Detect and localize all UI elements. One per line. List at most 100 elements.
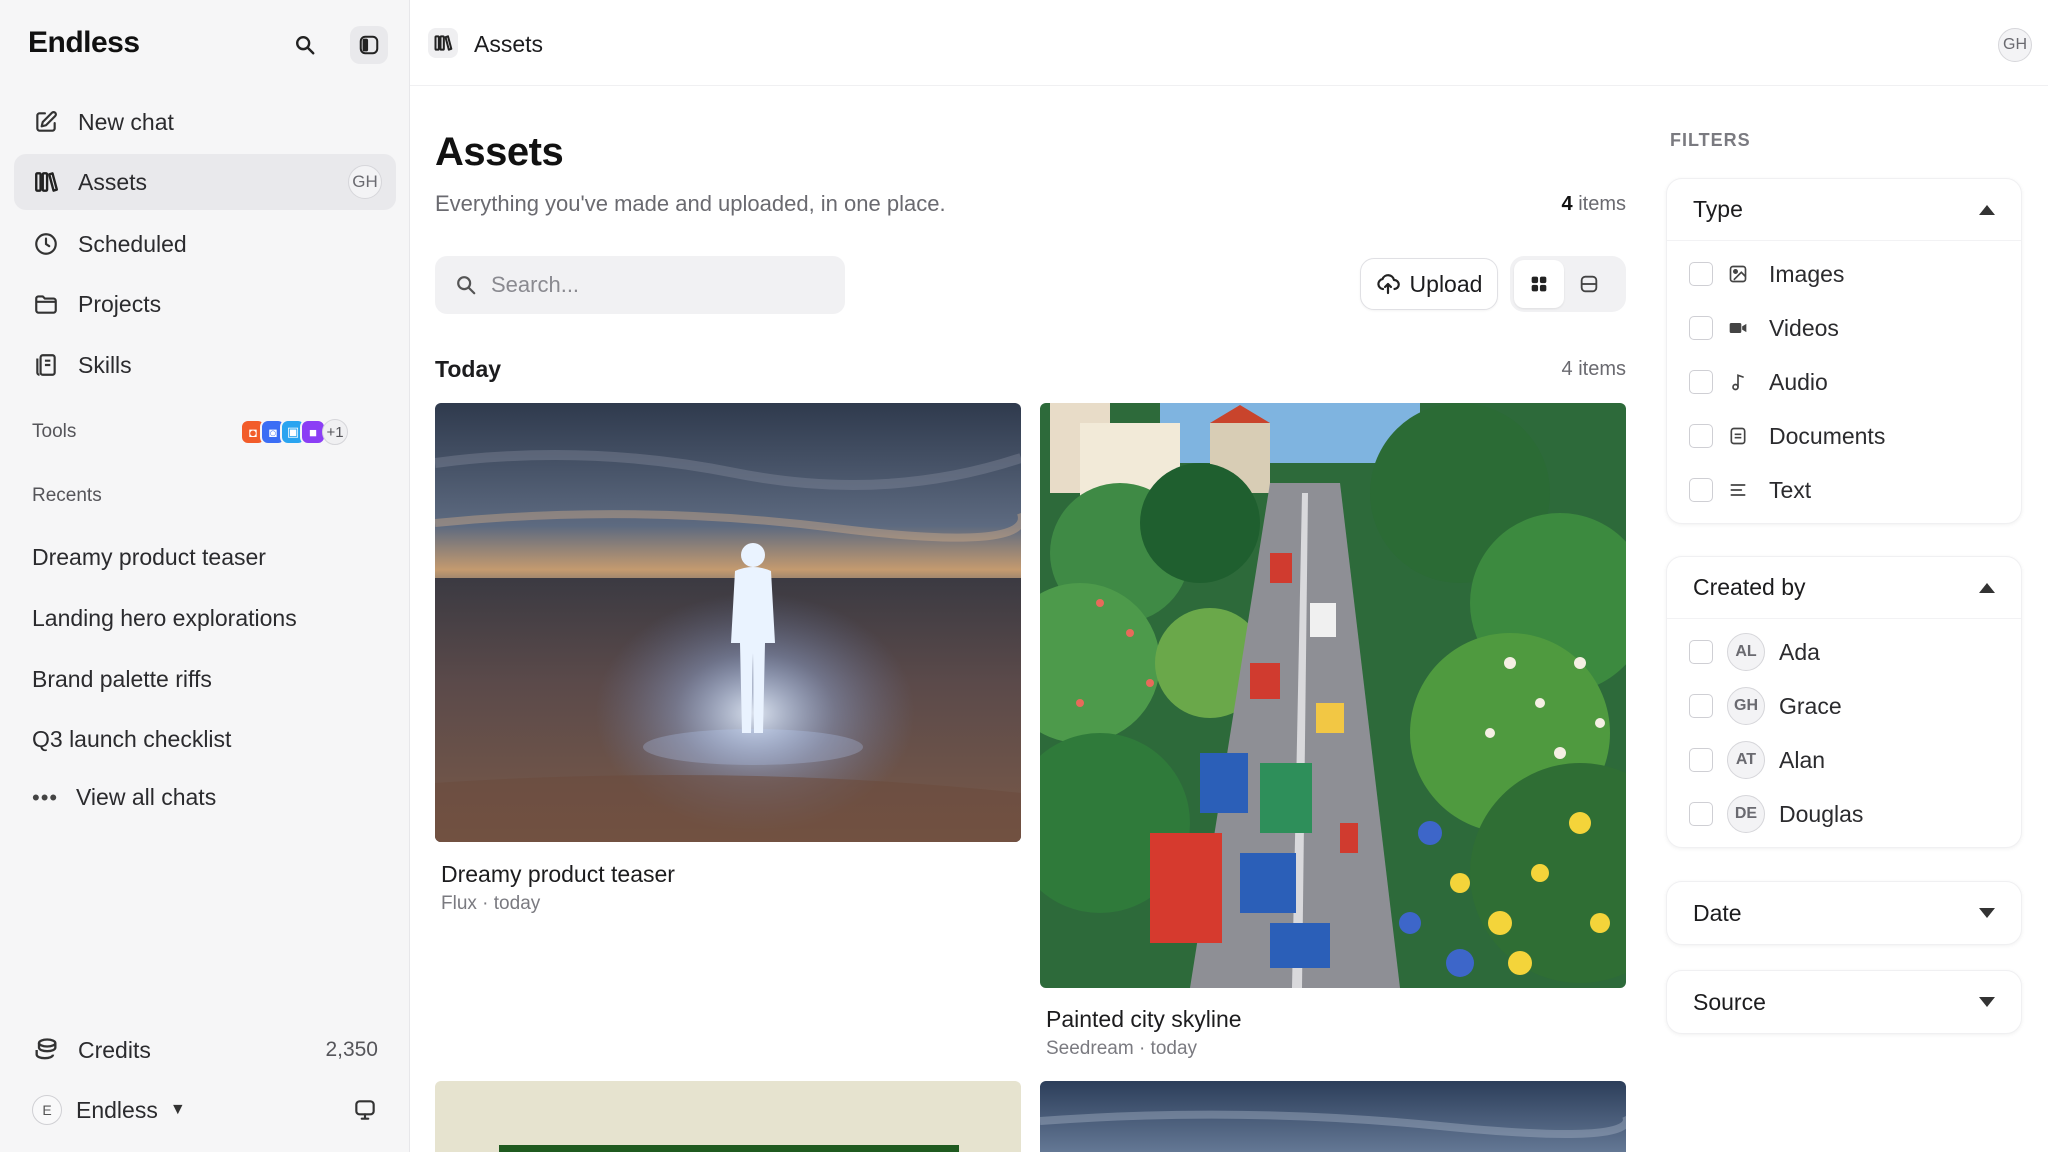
filter-person-grace[interactable]: GH Grace (1667, 679, 2021, 733)
caret-up-icon (1979, 204, 1995, 215)
tool-chips[interactable]: ◘ ◙ ▣ ■ +1 (240, 418, 348, 446)
sidebar: Endless New chat Assets GH Scheduled Pro… (0, 0, 410, 1152)
dusk-sky-image (1040, 1081, 1626, 1152)
asset-thumbnail[interactable] (435, 1081, 1021, 1152)
asset-thumbnail[interactable] (1040, 1081, 1626, 1152)
asset-card[interactable] (435, 1081, 1021, 1152)
upload-label: Upload (1409, 270, 1483, 297)
filter-date-panel: Date (1666, 881, 2022, 945)
workspace-name: Endless (76, 1096, 158, 1123)
list-view-button[interactable] (1564, 260, 1614, 308)
asset-card[interactable]: Dreamy product teaser Flux · today (435, 403, 1021, 923)
coins-icon (35, 1038, 57, 1060)
filter-option-documents[interactable]: Documents (1667, 409, 2021, 463)
filter-option-videos[interactable]: Videos (1667, 301, 2021, 355)
checkbox[interactable] (1689, 370, 1713, 394)
app-logo[interactable]: Endless (28, 26, 140, 60)
count-number: 4 (1561, 193, 1573, 215)
person-name: Alan (1779, 746, 1826, 773)
grid-view-button[interactable] (1514, 260, 1564, 308)
filter-type-header[interactable]: Type (1667, 179, 2021, 241)
sidebar-item-scheduled[interactable]: Scheduled (14, 216, 396, 272)
asset-meta: Flux · today (441, 893, 541, 914)
filter-type-title: Type (1693, 196, 1743, 222)
checkbox[interactable] (1689, 424, 1713, 448)
filter-option-images[interactable]: Images (1667, 247, 2021, 301)
filter-option-text[interactable]: Text (1667, 463, 2021, 517)
sidebar-item-assets[interactable]: Assets GH (14, 154, 396, 210)
text-lines-icon (1727, 479, 1749, 501)
user-avatar-badge: GH (348, 165, 382, 199)
count-suffix: items (1572, 193, 1626, 215)
asset-thumbnail[interactable] (435, 403, 1021, 842)
workspace-switcher[interactable]: E Endless ▼ (32, 1090, 378, 1130)
clock-icon (32, 230, 60, 258)
filter-option-label: Videos (1769, 314, 1839, 341)
filter-option-label: Documents (1769, 422, 1886, 449)
list-view-icon (1580, 275, 1598, 293)
filter-created-by-panel: Created by AL Ada GH Grace AT Alan DE Do… (1666, 556, 2022, 848)
filter-date-header[interactable]: Date (1667, 882, 2021, 944)
checkbox[interactable] (1689, 316, 1713, 340)
filter-created-by-header[interactable]: Created by (1667, 557, 2021, 619)
filter-option-label: Text (1769, 476, 1812, 503)
filter-option-label: Images (1769, 260, 1845, 287)
document-icon (1727, 425, 1749, 447)
recent-chat-item[interactable]: Brand palette riffs (32, 666, 212, 693)
more-dots-icon: ••• (32, 784, 59, 810)
sidebar-item-projects[interactable]: Projects (14, 276, 396, 332)
filter-date-title: Date (1693, 899, 1742, 926)
checkbox[interactable] (1689, 748, 1713, 772)
asset-card[interactable] (1040, 1081, 1626, 1152)
search-field[interactable] (435, 256, 845, 314)
person-avatar: AL (1727, 633, 1765, 671)
sidebar-item-skills[interactable]: Skills (14, 337, 396, 393)
sidebar-item-label: Skills (78, 351, 132, 378)
caret-up-icon (1979, 582, 1995, 593)
filter-source-title: Source (1693, 988, 1766, 1015)
video-icon (1727, 317, 1749, 339)
person-avatar: DE (1727, 795, 1765, 833)
search-button[interactable] (286, 26, 324, 64)
recent-chat-item[interactable]: Dreamy product teaser (32, 544, 266, 571)
credits-value: 2,350 (325, 1038, 378, 1061)
filter-source-header[interactable]: Source (1667, 971, 2021, 1033)
filters-heading: FILTERS (1670, 130, 1751, 150)
person-avatar: GH (1727, 687, 1765, 725)
sidebar-item-new-chat[interactable]: New chat (14, 94, 396, 150)
user-avatar[interactable]: GH (1998, 28, 2032, 62)
tools-label: Tools (32, 421, 77, 442)
filter-person-ada[interactable]: AL Ada (1667, 625, 2021, 679)
asset-thumbnail[interactable] (1040, 403, 1626, 988)
sidebar-toggle-button[interactable] (350, 26, 388, 64)
checkbox[interactable] (1689, 262, 1713, 286)
textured-green-image (435, 1081, 1021, 1152)
assets-icon (428, 28, 458, 58)
checkbox[interactable] (1689, 478, 1713, 502)
tools-more-count: +1 (322, 419, 348, 445)
filter-person-alan[interactable]: AT Alan (1667, 733, 2021, 787)
page-subtitle: Everything you've made and uploaded, in … (435, 191, 946, 216)
date-group-label: Today (435, 356, 502, 382)
recent-chat-item[interactable]: Q3 launch checklist (32, 726, 231, 753)
checkbox[interactable] (1689, 802, 1713, 826)
upload-button[interactable]: Upload (1360, 258, 1498, 310)
top-bar: Assets GH (410, 0, 2048, 86)
asset-card[interactable]: Painted city skyline Seedream · today (1040, 403, 1626, 1063)
caret-down-icon (1979, 997, 1995, 1007)
filter-person-douglas[interactable]: DE Douglas (1667, 787, 2021, 841)
view-all-chats-link[interactable]: ••• View all chats (32, 784, 216, 811)
recent-chat-item[interactable]: Landing hero explorations (32, 605, 297, 632)
credits-row[interactable]: Credits 2,350 (32, 1030, 378, 1070)
workspace-avatar: E (32, 1095, 62, 1125)
search-input[interactable] (491, 272, 831, 298)
checkbox[interactable] (1689, 640, 1713, 664)
glowing-figure-image (435, 403, 1021, 842)
music-note-icon (1727, 371, 1749, 393)
filter-option-audio[interactable]: Audio (1667, 355, 2021, 409)
date-group-count: 4 items (1561, 358, 1626, 380)
person-name: Grace (1779, 692, 1842, 719)
desktop-icon[interactable] (352, 1097, 378, 1123)
skills-icon (32, 351, 60, 379)
checkbox[interactable] (1689, 694, 1713, 718)
